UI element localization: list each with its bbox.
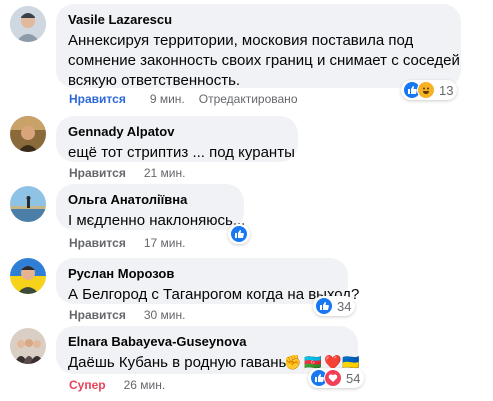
comment-author[interactable]: Elnara Babayeva-Guseynova	[68, 334, 246, 349]
comment-time[interactable]: 26 мин.	[124, 378, 166, 392]
comment: Gennady Alpatov ещё тот стриптиз ... под…	[0, 110, 493, 180]
edited-label: Отредактировано	[198, 92, 298, 106]
comment-time[interactable]: 9 мин.	[150, 92, 185, 106]
comment-text-line: Аннексируя территории, московия поставил…	[68, 32, 414, 49]
reaction-summary[interactable]: 54	[308, 368, 365, 388]
avatar[interactable]	[10, 186, 46, 222]
comment: Руслан Морозов А Белгород с Таганрогом к…	[0, 252, 493, 322]
love-icon	[324, 369, 342, 387]
comment-meta: Супер 26 мин.	[69, 378, 165, 392]
comment-text: Аннексируя территории, московия поставил…	[68, 31, 460, 91]
comment: Vasile Lazarescu Аннексируя территории, …	[0, 0, 493, 110]
emoji-fist: ✊	[284, 354, 302, 370]
comment-author[interactable]: Vasile Lazarescu	[68, 12, 172, 27]
reaction-summary[interactable]	[228, 224, 250, 244]
reaction-count: 54	[346, 370, 361, 386]
comment-meta: Нравится 9 мин. Отредактировано	[69, 92, 298, 106]
comment-text: ещё тот стриптиз ... под куранты	[68, 144, 295, 161]
reaction-summary[interactable]: 13	[401, 80, 458, 100]
like-button[interactable]: Нравится	[69, 308, 126, 322]
like-icon	[315, 297, 333, 315]
comment-text: І мєдленно наклоняюсь...	[68, 212, 246, 229]
comment-text: Даёшь Кубань в родную гавань!	[68, 353, 290, 373]
comment-bubble: Elnara Babayeva-Guseynova Даёшь Кубань в…	[56, 326, 359, 374]
comment-author[interactable]: Руслан Морозов	[68, 266, 174, 281]
comment-time[interactable]: 17 мин.	[144, 236, 186, 250]
like-button[interactable]: Нравится	[69, 92, 126, 106]
reaction-summary[interactable]: 34	[313, 296, 356, 316]
comment-meta: Нравится 17 мин.	[69, 236, 185, 250]
avatar[interactable]	[10, 258, 46, 294]
comment: Elnara Babayeva-Guseynova Даёшь Кубань в…	[0, 322, 493, 401]
comment-text-line: сомнение законность своих границ и снима…	[68, 52, 460, 69]
comment-meta: Нравится 30 мин.	[69, 308, 185, 322]
avatar[interactable]	[10, 116, 46, 152]
super-reaction-button[interactable]: Супер	[69, 378, 106, 392]
comment-text-line: Даёшь Кубань в родную гавань!	[68, 354, 291, 371]
haha-icon	[417, 81, 435, 99]
like-button[interactable]: Нравится	[69, 166, 126, 180]
avatar[interactable]	[10, 6, 46, 42]
comment-bubble: Gennady Alpatov ещё тот стриптиз ... под…	[56, 116, 298, 162]
comment-author[interactable]: Ольга Анатоліївна	[68, 192, 187, 207]
comment-bubble: Vasile Lazarescu Аннексируя территории, …	[56, 4, 461, 91]
comment-time[interactable]: 21 мин.	[144, 166, 186, 180]
like-icon	[230, 225, 248, 243]
comment-bubble: Руслан Морозов А Белгород с Таганрогом к…	[56, 258, 359, 304]
comment: Ольга Анатоліївна І мєдленно наклоняюсь.…	[0, 180, 493, 250]
like-button[interactable]: Нравится	[69, 236, 126, 250]
reaction-count: 34	[337, 298, 352, 314]
comment-author[interactable]: Gennady Alpatov	[68, 124, 174, 139]
comment-time[interactable]: 30 мин.	[144, 308, 186, 322]
comment-meta: Нравится 21 мин.	[69, 166, 185, 180]
comment-bubble: Ольга Анатоліївна І мєдленно наклоняюсь.…	[56, 184, 246, 230]
reaction-count: 13	[439, 82, 454, 98]
avatar[interactable]	[10, 328, 46, 364]
